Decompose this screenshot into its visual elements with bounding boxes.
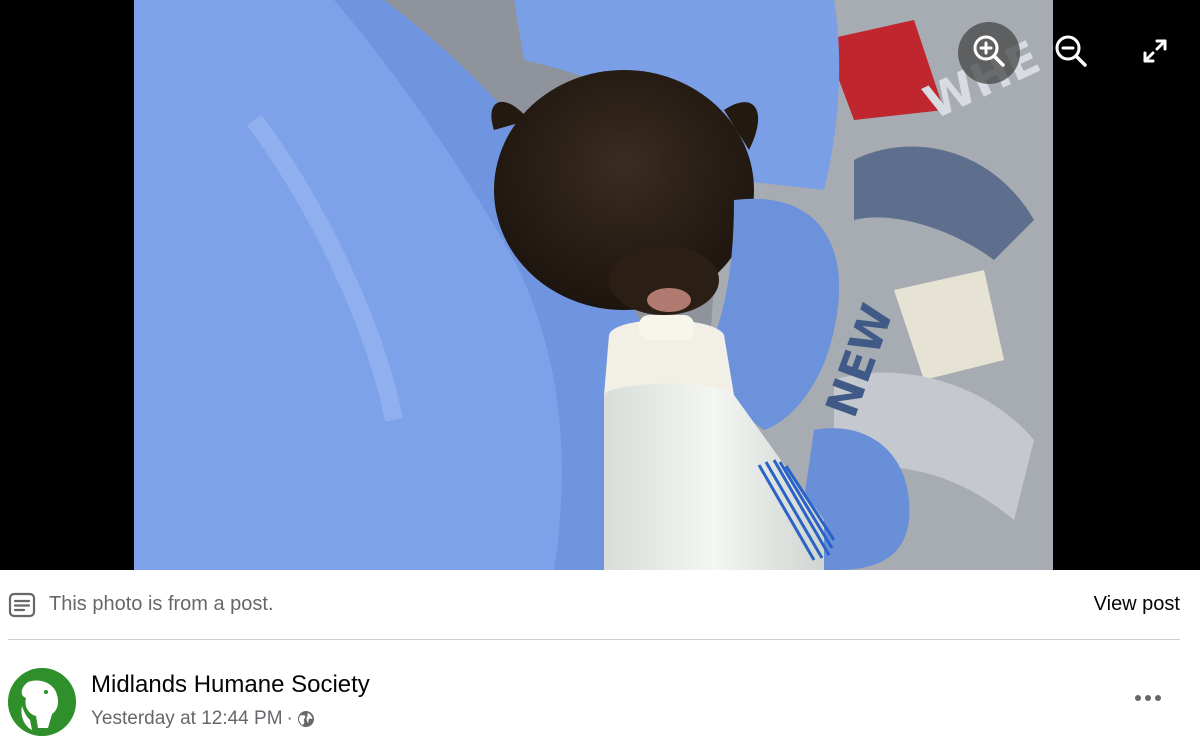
photo-viewer: WHE NEW ORD [0,0,1200,570]
more-dot [1135,695,1141,701]
expand-icon [1141,37,1169,70]
author-name[interactable]: Midlands Humane Society [91,671,370,699]
puppy-feeding-image: WHE NEW ORD [134,0,1053,570]
more-options-button[interactable] [1126,684,1170,712]
page-avatar[interactable] [8,668,76,736]
post-photo[interactable]: WHE NEW ORD [134,0,1053,570]
globe-icon[interactable] [297,710,315,728]
zoom-out-icon [1053,33,1089,74]
more-dot [1145,695,1151,701]
post-timestamp[interactable]: Yesterday at 12:44 PM [91,708,283,730]
post-document-icon [8,592,36,623]
zoom-in-icon [971,33,1007,74]
zoom-out-button[interactable] [1040,22,1102,84]
more-dot [1155,695,1161,701]
view-post-link[interactable]: View post [1094,593,1180,616]
post-info-bar: This photo is from a post. View post [0,570,1200,640]
fullscreen-button[interactable] [1124,22,1186,84]
zoom-in-button[interactable] [958,22,1020,84]
divider [8,639,1180,640]
post-info-text: This photo is from a post. [49,593,274,615]
meta-separator: · [286,708,293,729]
humane-society-logo [8,668,76,736]
post-meta: Yesterday at 12:44 PM · [91,708,315,730]
